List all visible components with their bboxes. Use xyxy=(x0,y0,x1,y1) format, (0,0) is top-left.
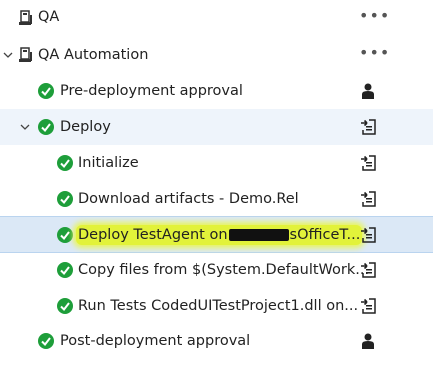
log-download-icon[interactable] xyxy=(359,261,377,279)
step-label: Post-deployment approval xyxy=(60,333,251,349)
task-label: Copy files from $(System.DefaultWork... xyxy=(78,262,370,278)
chevron-down-icon[interactable] xyxy=(20,122,30,132)
task-row-deploy-testagent[interactable]: Deploy TestAgent on sOfficeT... xyxy=(0,216,433,253)
success-check-icon xyxy=(57,191,73,207)
success-check-icon xyxy=(57,298,73,314)
success-check-icon xyxy=(38,333,54,349)
task-row-download-artifacts[interactable]: Download artifacts - Demo.Rel xyxy=(0,181,433,217)
release-tree: QA ••• QA Automation ••• Pre-deployment … xyxy=(0,0,433,365)
redaction-block xyxy=(228,229,289,241)
task-label: Initialize xyxy=(78,155,139,171)
task-row-copy-files[interactable]: Copy files from $(System.DefaultWork... xyxy=(0,252,433,288)
environment-label: QA Automation xyxy=(38,47,149,63)
post-deployment-approval-row[interactable]: Post-deployment approval xyxy=(0,323,433,359)
success-check-icon xyxy=(57,227,73,243)
person-icon[interactable] xyxy=(359,82,377,100)
task-label: Download artifacts - Demo.Rel xyxy=(78,191,299,207)
environment-label: QA xyxy=(38,9,60,25)
environment-icon xyxy=(19,47,32,62)
task-row-run-tests[interactable]: Run Tests CodedUITestProject1.dll on... xyxy=(0,288,433,324)
success-check-icon xyxy=(57,262,73,278)
deploy-phase-row[interactable]: Deploy xyxy=(0,109,433,145)
log-download-icon[interactable] xyxy=(359,226,377,244)
environment-icon xyxy=(19,10,32,25)
more-ellipsis-icon[interactable]: ••• xyxy=(359,43,390,62)
success-check-icon xyxy=(57,155,73,171)
more-ellipsis-icon[interactable]: ••• xyxy=(359,6,390,25)
task-row-initialize[interactable]: Initialize xyxy=(0,145,433,181)
phase-label: Deploy xyxy=(60,119,111,135)
log-download-icon[interactable] xyxy=(359,297,377,315)
task-label-part: Deploy TestAgent on xyxy=(78,227,228,243)
task-label-part: sOfficeT... xyxy=(289,227,361,243)
chevron-down-icon[interactable] xyxy=(3,50,13,60)
log-download-icon[interactable] xyxy=(359,190,377,208)
environment-row-qa-automation[interactable]: QA Automation ••• xyxy=(0,37,433,73)
task-label: Run Tests CodedUITestProject1.dll on... xyxy=(78,298,359,314)
step-label: Pre-deployment approval xyxy=(60,83,243,99)
success-check-icon xyxy=(38,83,54,99)
success-check-icon xyxy=(38,119,54,135)
person-icon[interactable] xyxy=(359,332,377,350)
log-download-icon[interactable] xyxy=(359,118,377,136)
log-download-icon[interactable] xyxy=(359,154,377,172)
environment-row-qa[interactable]: QA ••• xyxy=(0,0,433,36)
task-label-highlighted: Deploy TestAgent on sOfficeT... xyxy=(76,225,363,245)
pre-deployment-approval-row[interactable]: Pre-deployment approval xyxy=(0,73,433,109)
